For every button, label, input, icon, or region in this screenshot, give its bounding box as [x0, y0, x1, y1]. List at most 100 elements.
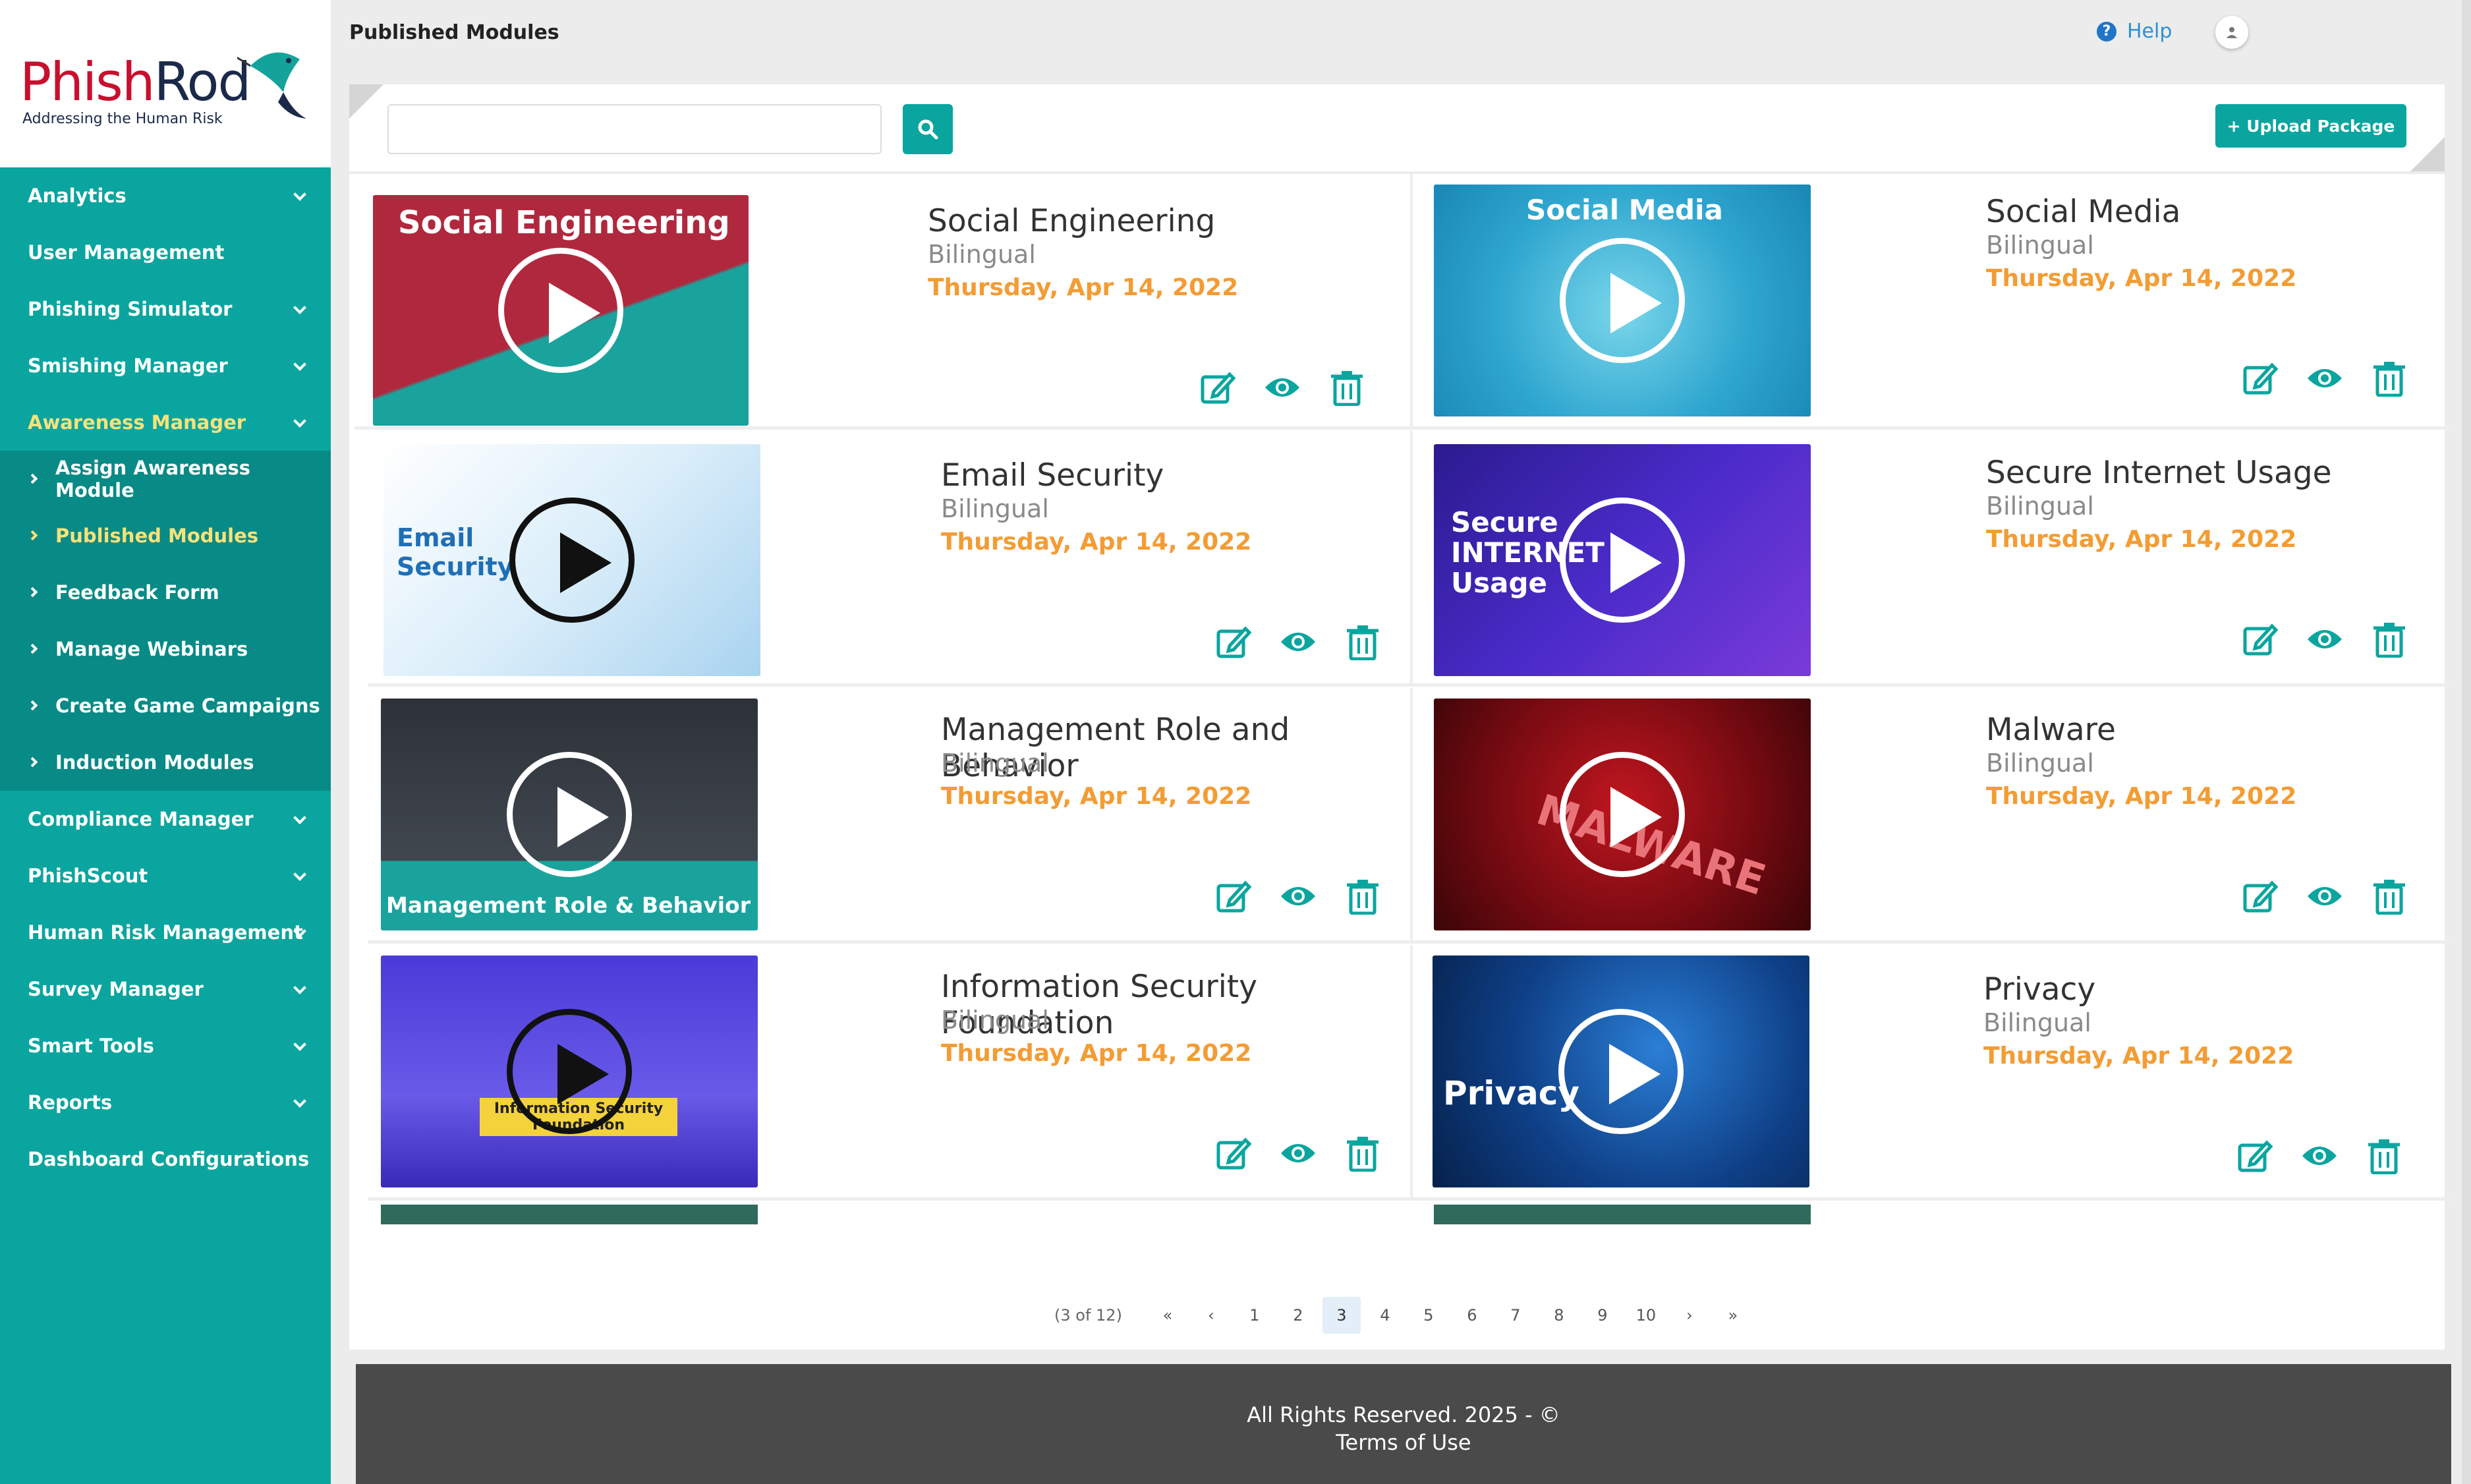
play-icon[interactable]	[1558, 1009, 1684, 1134]
eye-icon[interactable]	[1280, 1135, 1317, 1172]
sidebar-item-smishing-manager[interactable]: Smishing Manager	[0, 337, 331, 394]
eye-icon[interactable]	[2306, 878, 2343, 915]
chevron-down-icon	[293, 868, 306, 881]
page-button-current[interactable]: 3	[1322, 1297, 1361, 1334]
module-thumbnail[interactable]: Secure INTERNET Usage	[1434, 444, 1811, 676]
logo-wordmark: PhishRod	[20, 51, 252, 113]
eye-icon[interactable]	[2306, 360, 2343, 397]
subnav-assign-awareness-module[interactable]: Assign Awareness Module	[0, 451, 331, 507]
subnav-manage-webinars[interactable]: Manage Webinars	[0, 621, 331, 677]
page-button[interactable]: 6	[1453, 1297, 1491, 1334]
eye-icon[interactable]	[2306, 621, 2343, 658]
trash-icon[interactable]	[1344, 1135, 1381, 1172]
sidebar-item-phishing-simulator[interactable]: Phishing Simulator	[0, 281, 331, 337]
module-title: Social Media	[1986, 194, 2181, 230]
play-icon[interactable]	[498, 248, 623, 373]
prev-page-button[interactable]: ‹	[1192, 1297, 1230, 1334]
search-input[interactable]	[387, 104, 882, 154]
module-thumbnail[interactable]: MALWARE	[1434, 699, 1811, 930]
module-thumbnail[interactable]: Privacy	[1433, 956, 1809, 1187]
logo[interactable]: PhishRod Addressing the Human Risk	[0, 0, 331, 167]
module-thumbnail[interactable]: Social Media	[1434, 185, 1811, 416]
sidebar-item-survey-manager[interactable]: Survey Manager	[0, 961, 331, 1017]
sidebar-item-dashboard-configurations[interactable]: Dashboard Configurations	[0, 1131, 331, 1187]
sidebar-item-label: Awareness Manager	[28, 411, 246, 434]
play-icon[interactable]	[509, 498, 635, 623]
module-language: Bilingual	[1986, 749, 2094, 778]
module-card: MALWARE Malware Bilingual Thursday, Apr …	[1413, 688, 2450, 944]
module-thumbnail[interactable]: Management Role & Behavior	[381, 699, 758, 930]
play-icon[interactable]	[1560, 498, 1685, 623]
terms-of-use-link[interactable]: Terms of Use	[356, 1430, 2451, 1455]
next-page-button[interactable]: ›	[1670, 1297, 1709, 1334]
trash-icon[interactable]	[2371, 878, 2408, 915]
edit-icon[interactable]	[1215, 623, 1252, 660]
subnav-feedback-form[interactable]: Feedback Form	[0, 564, 331, 621]
sidebar-item-reports[interactable]: Reports	[0, 1074, 331, 1131]
footer: All Rights Reserved. 2025 - © Terms of U…	[356, 1364, 2451, 1484]
module-thumbnail[interactable]	[1434, 1205, 1811, 1224]
page-scrollbar[interactable]	[2462, 0, 2471, 1484]
module-title: Malware	[1986, 712, 2116, 748]
module-language: Bilingual	[941, 1006, 1049, 1035]
subnav-create-game-campaigns[interactable]: Create Game Campaigns	[0, 677, 331, 734]
sidebar-item-analytics[interactable]: Analytics	[0, 167, 331, 224]
trash-icon[interactable]	[2371, 360, 2408, 397]
search-icon	[918, 119, 938, 140]
sidebar-item-user-management[interactable]: User Management	[0, 224, 331, 281]
page-button[interactable]: 5	[1409, 1297, 1448, 1334]
copyright-text: All Rights Reserved. 2025 - ©	[1247, 1402, 1560, 1427]
modules-grid: Social Engineering Social Engineering Bi…	[355, 174, 2450, 1336]
eye-icon[interactable]	[1280, 878, 1317, 915]
module-thumbnail[interactable]	[381, 1205, 758, 1224]
edit-icon[interactable]	[1215, 878, 1252, 915]
edit-icon[interactable]	[2242, 878, 2279, 915]
edit-icon[interactable]	[1199, 369, 1236, 406]
edit-icon[interactable]	[2236, 1137, 2273, 1174]
upload-package-button[interactable]: + Upload Package	[2215, 104, 2406, 148]
logo-brand-b: Rod	[154, 51, 252, 113]
chevron-down-icon	[293, 188, 306, 201]
module-actions	[2242, 621, 2408, 658]
sidebar-item-awareness-manager[interactable]: Awareness Manager	[0, 394, 331, 451]
sidebar-item-label: Reports	[28, 1091, 113, 1114]
play-icon[interactable]	[507, 1009, 632, 1134]
page-button[interactable]: 7	[1496, 1297, 1535, 1334]
eye-icon[interactable]	[2301, 1137, 2338, 1174]
trash-icon[interactable]	[1328, 369, 1365, 406]
sidebar-item-compliance-manager[interactable]: Compliance Manager	[0, 791, 331, 847]
edit-icon[interactable]	[2242, 621, 2279, 658]
search-button[interactable]	[903, 104, 953, 154]
eye-icon[interactable]	[1264, 369, 1301, 406]
trash-icon[interactable]	[1344, 878, 1381, 915]
subnav-induction-modules[interactable]: Induction Modules	[0, 734, 331, 791]
page-button[interactable]: 4	[1366, 1297, 1404, 1334]
subnav-published-modules[interactable]: Published Modules	[0, 507, 331, 564]
help-link[interactable]: ? Help	[2097, 20, 2172, 43]
last-page-button[interactable]: »	[1714, 1297, 1752, 1334]
module-thumbnail[interactable]: Social Engineering	[373, 195, 749, 426]
first-page-button[interactable]: «	[1149, 1297, 1187, 1334]
page-button[interactable]: 2	[1279, 1297, 1317, 1334]
trash-icon[interactable]	[2371, 621, 2408, 658]
module-date: Thursday, Apr 14, 2022	[941, 1040, 1252, 1067]
eye-icon[interactable]	[1280, 623, 1317, 660]
module-language: Bilingual	[1986, 492, 2094, 521]
edit-icon[interactable]	[1215, 1135, 1252, 1172]
page-button[interactable]: 1	[1236, 1297, 1274, 1334]
module-thumbnail[interactable]: Email Security	[383, 444, 760, 676]
edit-icon[interactable]	[2242, 360, 2279, 397]
page-button[interactable]: 8	[1540, 1297, 1578, 1334]
page-button[interactable]: 10	[1627, 1297, 1665, 1334]
play-icon[interactable]	[1560, 752, 1685, 877]
user-avatar[interactable]	[2215, 16, 2248, 49]
module-thumbnail[interactable]: Information Security Foundation	[381, 956, 758, 1187]
play-icon[interactable]	[1560, 238, 1685, 363]
trash-icon[interactable]	[1344, 623, 1381, 660]
sidebar-item-human-risk-management[interactable]: Human Risk Management	[0, 904, 331, 961]
page-button[interactable]: 9	[1583, 1297, 1622, 1334]
sidebar-item-phishscout[interactable]: PhishScout	[0, 847, 331, 904]
trash-icon[interactable]	[2366, 1137, 2402, 1174]
play-icon[interactable]	[507, 752, 632, 877]
sidebar-item-smart-tools[interactable]: Smart Tools	[0, 1017, 331, 1074]
